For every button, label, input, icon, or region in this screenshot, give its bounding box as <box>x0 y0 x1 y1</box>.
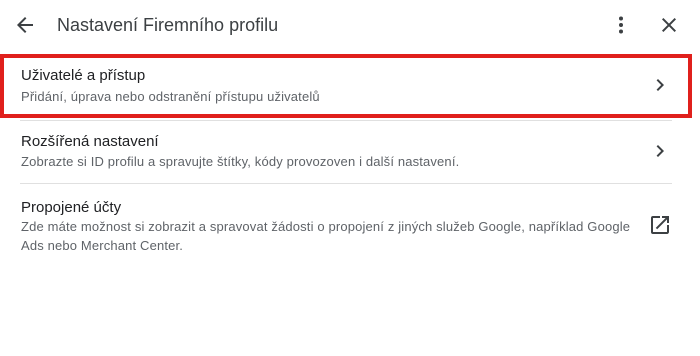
close-icon <box>657 13 681 37</box>
chevron-right-icon <box>648 139 672 163</box>
list-item-description: Zobrazte si ID profilu a spravujte štítk… <box>21 154 460 169</box>
divider <box>20 120 672 121</box>
list-item-title: Rozšířená nastavení <box>21 133 159 150</box>
list-item-description: Zde máte možnost si zobrazit a spravovat… <box>21 219 631 253</box>
panel-header: Nastavení Firemního profilu <box>0 0 700 50</box>
page-title: Nastavení Firemního profilu <box>57 15 279 35</box>
more-options-button[interactable] <box>605 9 637 41</box>
list-item-advanced-settings[interactable]: Rozšířená nastavení Zobrazte si ID profi… <box>3 122 693 182</box>
list-item-title: Propojené účty <box>21 199 122 216</box>
more-vert-icon <box>609 13 633 37</box>
list-item-users-access[interactable]: Uživatelé a přístup Přidání, úprava nebo… <box>3 56 693 120</box>
back-button[interactable] <box>9 9 41 41</box>
list-item-linked-accounts[interactable]: Propojené účty Zde máte možnost si zobra… <box>3 184 693 264</box>
list-item-title: Uživatelé a přístup <box>21 67 146 84</box>
arrow-back-icon <box>13 13 37 37</box>
chevron-right-icon <box>648 73 672 97</box>
open-in-new-icon <box>648 213 672 237</box>
close-button[interactable] <box>653 9 685 41</box>
settings-panel: Nastavení Firemního profilu Uživatelé a … <box>0 0 700 356</box>
list-item-description: Přidání, úprava nebo odstranění přístupu… <box>21 89 320 104</box>
